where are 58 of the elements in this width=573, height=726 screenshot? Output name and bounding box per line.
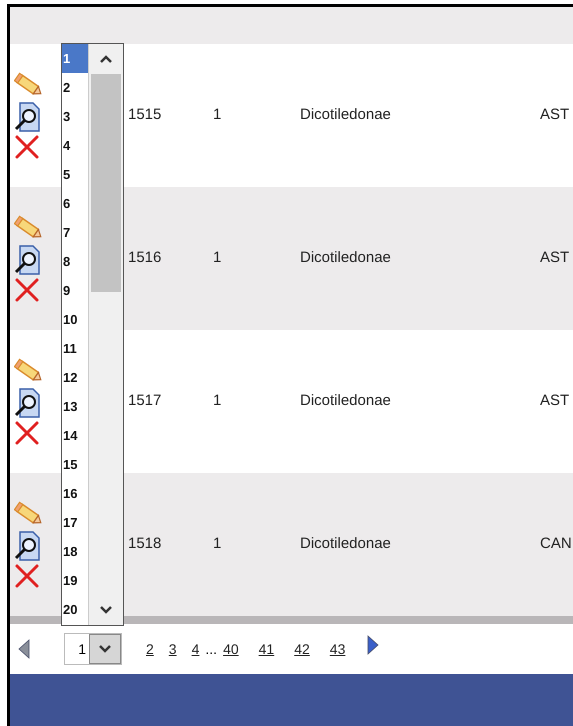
- dropdown-option[interactable]: 9: [62, 276, 88, 305]
- scrollbar[interactable]: [88, 44, 123, 625]
- dropdown-option[interactable]: 18: [62, 537, 88, 566]
- dropdown-option[interactable]: 1: [62, 44, 88, 73]
- page-link[interactable]: 40: [223, 638, 239, 660]
- document-search-icon[interactable]: [14, 244, 40, 274]
- dropdown-option[interactable]: 15: [62, 450, 88, 479]
- page-select[interactable]: 1: [64, 633, 122, 665]
- dropdown-option[interactable]: 10: [62, 305, 88, 334]
- dropdown-option[interactable]: 2: [62, 73, 88, 102]
- delete-icon[interactable]: [14, 134, 40, 160]
- scroll-up-icon[interactable]: [99, 54, 113, 64]
- document-search-icon[interactable]: [14, 388, 40, 418]
- table-cell-text: 1516: [128, 248, 162, 268]
- table-cell-text: AST: [540, 391, 570, 412]
- page-link[interactable]: 41: [258, 638, 274, 660]
- dropdown-option[interactable]: 3: [62, 102, 88, 131]
- page-link[interactable]: 42: [294, 638, 310, 660]
- delete-icon[interactable]: [14, 562, 40, 588]
- next-arrow-icon[interactable]: [367, 635, 380, 655]
- table-cell-text: CAN: [540, 534, 572, 554]
- dropdown-option[interactable]: 5: [62, 160, 88, 189]
- dropdown-option[interactable]: 7: [62, 218, 88, 247]
- document-search-icon[interactable]: [14, 530, 40, 560]
- pager-ellipsis: ...: [205, 640, 218, 658]
- table-cell-text: Dicotiledonae: [300, 391, 392, 412]
- scroll-down-icon[interactable]: [99, 605, 113, 615]
- table-cell-text: AST: [540, 248, 570, 268]
- table-cell-text: 1: [213, 248, 222, 268]
- table-cell-text: AST: [540, 105, 570, 126]
- table-cell-text: Dicotiledonae: [300, 248, 392, 268]
- table-cell-text: 1518: [128, 534, 162, 554]
- delete-icon[interactable]: [14, 420, 40, 446]
- dropdown-option[interactable]: 11: [62, 334, 88, 363]
- dropdown-option[interactable]: 13: [62, 392, 88, 421]
- dropdown-option[interactable]: 4: [62, 131, 88, 160]
- table-cell-text: 1: [213, 105, 222, 126]
- page-link[interactable]: 43: [330, 638, 346, 660]
- dropdown-option[interactable]: 12: [62, 363, 88, 392]
- dropdown-option[interactable]: 6: [62, 189, 88, 218]
- table-cell-text: 1517: [128, 391, 162, 412]
- dropdown-option[interactable]: 14: [62, 421, 88, 450]
- document-search-icon[interactable]: [14, 102, 40, 132]
- dropdown-option[interactable]: 19: [62, 566, 88, 595]
- page-link[interactable]: 2: [146, 638, 154, 660]
- page-link[interactable]: 4: [192, 638, 200, 660]
- dropdown-option[interactable]: 20: [62, 595, 88, 624]
- dropdown-option[interactable]: 17: [62, 508, 88, 537]
- table-cell-text: 1515: [128, 105, 162, 126]
- table-cell-text: Dicotiledonae: [300, 534, 392, 554]
- delete-icon[interactable]: [14, 276, 40, 302]
- dropdown-option[interactable]: 16: [62, 479, 88, 508]
- dropdown-option[interactable]: 8: [62, 247, 88, 276]
- table-cell-text: Dicotiledonae: [300, 105, 392, 126]
- table-cell-text: 1: [213, 534, 222, 554]
- previous-arrow-icon[interactable]: [18, 639, 30, 659]
- page-link[interactable]: 3: [168, 638, 177, 660]
- table-cell-text: 1: [213, 391, 222, 412]
